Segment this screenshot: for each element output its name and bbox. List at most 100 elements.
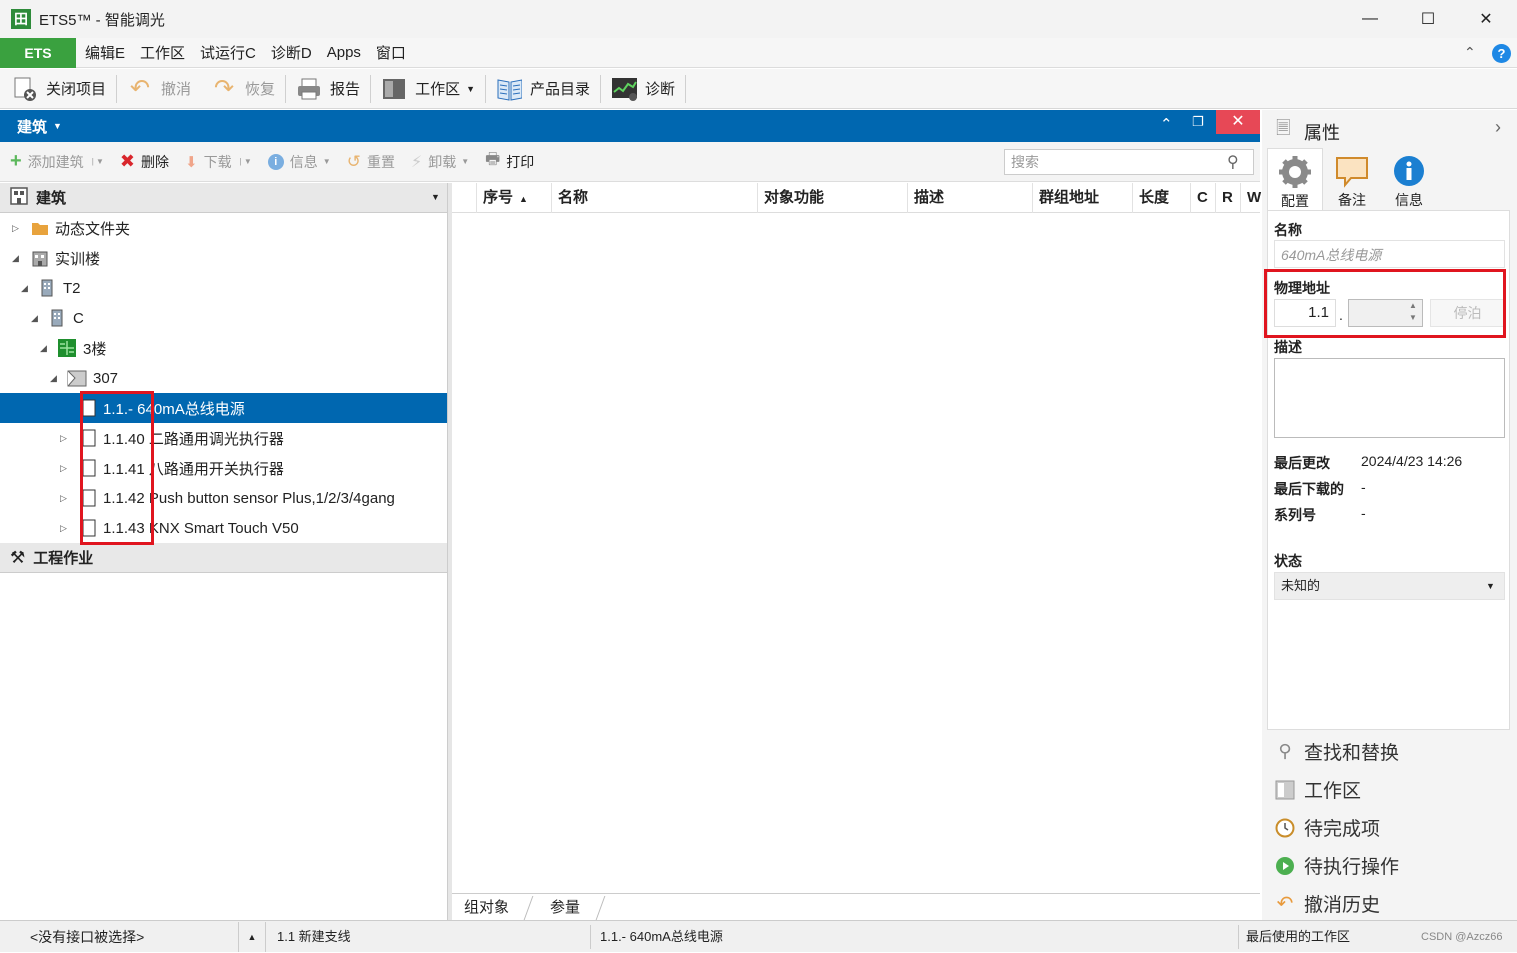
tab-config[interactable]: 配置 bbox=[1267, 148, 1323, 211]
column-header-group-address[interactable]: 群组地址 bbox=[1032, 183, 1132, 213]
status-select[interactable]: 未知的 ▼ bbox=[1274, 572, 1505, 600]
close-panel-button[interactable]: ✕ bbox=[1216, 110, 1260, 134]
search-icon[interactable]: ⚲ bbox=[1227, 152, 1239, 172]
expand-arrow-icon[interactable]: ▷ bbox=[60, 523, 67, 534]
print-button[interactable]: 🖶 打印 bbox=[477, 147, 542, 177]
tree-node-floor[interactable]: ◢ 3楼 bbox=[0, 333, 447, 363]
properties-icon: 🗏 bbox=[1276, 118, 1291, 138]
tree-node-dynamic-folder[interactable]: ▷ 动态文件夹 bbox=[0, 213, 447, 243]
catalog-button[interactable]: 产品目录 bbox=[486, 72, 600, 106]
download-button[interactable]: ⬇ 下载 | ▼ bbox=[177, 147, 260, 177]
dropdown-arrow-icon[interactable]: | ▼ bbox=[92, 157, 104, 166]
panel-splitter[interactable] bbox=[448, 183, 452, 920]
tree-node-device[interactable]: ▷ 1.1.42 Push button sensor Plus,1/2/3/4… bbox=[0, 483, 447, 513]
report-button[interactable]: 报告 bbox=[286, 72, 370, 106]
diagnostics-button[interactable]: 诊断 bbox=[601, 72, 685, 106]
collapse-arrow-icon[interactable]: ◢ bbox=[21, 283, 28, 294]
menu-apps[interactable]: Apps bbox=[319, 44, 368, 61]
tab-notes[interactable]: 备注 bbox=[1324, 148, 1380, 210]
tree-node-building[interactable]: ◢ 实训楼 bbox=[0, 243, 447, 273]
help-icon[interactable]: ? bbox=[1492, 44, 1511, 63]
chevron-right-icon[interactable]: › bbox=[1495, 117, 1501, 138]
tree-node-room[interactable]: ◢ 307 bbox=[0, 363, 447, 393]
name-label: 名称 bbox=[1274, 222, 1302, 238]
column-header-description[interactable]: 描述 bbox=[907, 183, 1032, 213]
app-logo-icon: 田 bbox=[11, 9, 31, 29]
tree-node-device[interactable]: ▷ 1.1.40 二路通用调光执行器 bbox=[0, 423, 447, 453]
work-section-header[interactable]: ⚒ 工程作业 bbox=[0, 543, 447, 573]
description-textarea[interactable] bbox=[1274, 358, 1505, 438]
todo-link[interactable]: 待完成项 bbox=[1274, 814, 1380, 841]
column-header-w[interactable]: W bbox=[1240, 183, 1261, 213]
chevron-up-icon[interactable]: ▲ bbox=[238, 922, 266, 952]
pending-operations-link[interactable]: 待执行操作 bbox=[1274, 852, 1399, 879]
delete-button[interactable]: ✖ 删除 bbox=[112, 147, 177, 177]
undo-button[interactable]: ↶ 撤消 bbox=[117, 72, 201, 106]
menu-diagnostics[interactable]: 诊断D bbox=[263, 42, 319, 63]
redo-button[interactable]: ↷ 恢复 bbox=[201, 72, 285, 106]
chevron-down-icon[interactable]: ▼ bbox=[431, 192, 440, 202]
collapse-arrow-icon[interactable]: ◢ bbox=[40, 343, 47, 354]
collapse-arrow-icon[interactable]: ◢ bbox=[31, 313, 38, 324]
building-panel-title[interactable]: 建筑 bbox=[17, 116, 47, 137]
chevron-down-icon[interactable]: ▼ bbox=[1486, 573, 1495, 599]
toolbar-separator bbox=[685, 74, 687, 103]
unload-button[interactable]: ⚡ 卸载 ▼ bbox=[403, 147, 477, 177]
menu-window[interactable]: 窗口 bbox=[368, 42, 413, 63]
clock-icon bbox=[1274, 817, 1296, 839]
column-header-length[interactable]: 长度 bbox=[1132, 183, 1190, 213]
tools-icon: ⚒ bbox=[10, 547, 26, 567]
collapse-ribbon-icon[interactable]: ⌃ bbox=[1464, 44, 1476, 61]
collapse-arrow-icon[interactable]: ◢ bbox=[12, 253, 19, 264]
building-section-header[interactable]: 建筑 ▼ bbox=[0, 183, 447, 213]
maximize-button[interactable]: ☐ bbox=[1399, 0, 1457, 38]
close-project-button[interactable]: 关闭项目 bbox=[0, 72, 116, 106]
ets-menu-tab[interactable]: ETS bbox=[0, 37, 76, 68]
add-building-button[interactable]: + 添加建筑 | ▼ bbox=[0, 147, 112, 177]
dropdown-arrow-icon: ▼ bbox=[461, 157, 470, 166]
tab-group-objects[interactable]: 组对象 bbox=[464, 894, 509, 921]
expand-arrow-icon[interactable]: ▷ bbox=[60, 493, 67, 504]
find-replace-link[interactable]: ⚲ 查找和替换 bbox=[1274, 738, 1399, 765]
tab-info[interactable]: 信息 bbox=[1381, 148, 1437, 210]
tree-node-c[interactable]: ◢ C bbox=[0, 303, 447, 333]
diagnostics-icon bbox=[611, 76, 638, 102]
interface-status[interactable]: <没有接口被选择> bbox=[30, 921, 144, 953]
gear-icon bbox=[1278, 155, 1312, 189]
expand-arrow-icon[interactable]: ▷ bbox=[60, 463, 67, 474]
menu-workspace[interactable]: 工作区 bbox=[132, 42, 192, 63]
tree-node-device-selected[interactable]: 1.1.- 640mA总线电源 bbox=[0, 393, 447, 423]
chevron-down-icon[interactable]: ▼ bbox=[53, 121, 62, 131]
name-input[interactable]: 640mA总线电源 bbox=[1274, 240, 1505, 268]
workspace-dropdown[interactable]: 工作区 ▼ bbox=[371, 72, 485, 106]
tree-node-label: 实训楼 bbox=[55, 250, 101, 268]
description-label: 描述 bbox=[1274, 339, 1302, 355]
column-header-name[interactable]: 名称 bbox=[551, 183, 757, 213]
column-header-r[interactable]: R bbox=[1215, 183, 1240, 213]
tab-parameters[interactable]: 参量 bbox=[550, 894, 580, 921]
expand-arrow-icon[interactable]: ▷ bbox=[60, 433, 67, 444]
column-header-object-function[interactable]: 对象功能 bbox=[757, 183, 907, 213]
redo-icon: ↷ bbox=[213, 75, 235, 102]
column-header-c[interactable]: C bbox=[1190, 183, 1215, 213]
todo-label: 待完成项 bbox=[1304, 819, 1381, 840]
workspace-link[interactable]: 工作区 bbox=[1274, 776, 1361, 803]
undo-history-link[interactable]: ↶ 撤消历史 bbox=[1274, 890, 1380, 917]
dropdown-arrow-icon[interactable]: | ▼ bbox=[240, 157, 252, 166]
column-header-number[interactable]: 序号 ▲ bbox=[476, 183, 551, 213]
workspace-label: 工作区 bbox=[415, 81, 461, 98]
tree-node-device[interactable]: ▷ 1.1.43 KNX Smart Touch V50 bbox=[0, 513, 447, 543]
info-button[interactable]: i 信息 ▼ bbox=[260, 147, 339, 177]
close-window-button[interactable]: ✕ bbox=[1457, 0, 1515, 38]
chevron-up-icon[interactable]: ⌃ bbox=[1160, 115, 1173, 133]
menu-edit[interactable]: 编辑E bbox=[77, 42, 132, 63]
minimize-button[interactable]: — bbox=[1341, 0, 1399, 38]
restore-icon[interactable]: ❐ bbox=[1192, 114, 1204, 130]
menu-commissioning[interactable]: 试运行C bbox=[192, 42, 263, 63]
expand-arrow-icon[interactable]: ▷ bbox=[12, 223, 19, 234]
reset-button[interactable]: ↺ 重置 bbox=[339, 147, 403, 177]
tree-node-device[interactable]: ▷ 1.1.41 八路通用开关执行器 bbox=[0, 453, 447, 483]
collapse-arrow-icon[interactable]: ◢ bbox=[50, 373, 57, 384]
search-input[interactable]: 搜索 bbox=[1004, 149, 1254, 175]
tree-node-t2[interactable]: ◢ T2 bbox=[0, 273, 447, 303]
